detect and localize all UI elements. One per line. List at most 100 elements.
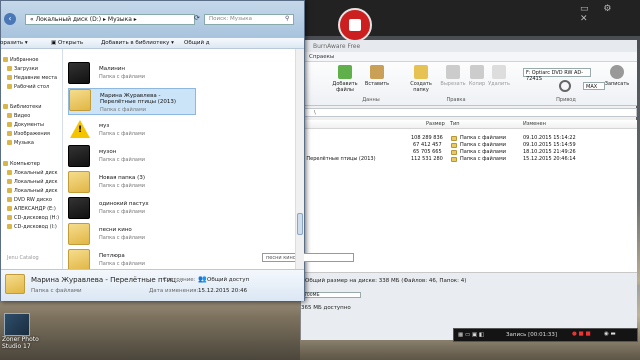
desktop-icon — [7, 84, 12, 89]
refresh-icon[interactable]: ⟳ — [194, 14, 203, 25]
drive-select[interactable]: F: Optiarc DVD RW AD-7241S — [523, 68, 591, 82]
disk-icon — [7, 170, 12, 175]
nav-favorites[interactable]: Избранное — [3, 57, 38, 63]
nav-libraries[interactable]: Библиотеки — [3, 104, 42, 110]
path-bar[interactable]: \ — [301, 108, 637, 117]
folder-icon — [68, 249, 90, 271]
library-icon — [3, 104, 8, 109]
share-users-icon: 👥 — [198, 275, 207, 283]
downloads-icon — [7, 66, 12, 71]
details-name: Марина Журавлева - Перелётные птиц... — [31, 276, 183, 284]
album-thumbnail-icon — [68, 197, 90, 219]
file-list: Малинин Папка с файлами Марина Журавлева… — [64, 49, 354, 271]
nav-images[interactable]: Изображения — [7, 131, 50, 137]
disk-icon — [7, 188, 12, 193]
cut-icon — [446, 65, 460, 79]
video-icon — [7, 113, 12, 118]
add-files-button[interactable]: Добавить файлы — [329, 65, 361, 93]
col-size[interactable]: Размер — [426, 121, 445, 127]
share-button[interactable]: Общий д — [184, 40, 210, 46]
images-icon — [7, 131, 12, 136]
used-space-text: Общий размер на диске: 338 МБ (Файлов: 4… — [305, 278, 467, 284]
delete-icon — [492, 65, 506, 79]
plus-icon — [338, 65, 352, 79]
eject-icon[interactable] — [559, 80, 571, 92]
paste-icon — [370, 65, 384, 79]
col-type[interactable]: Тип — [450, 121, 460, 127]
col-modified[interactable]: Изменен — [523, 121, 546, 127]
nav-alexandr[interactable]: АЛЕКСАНДР (E:) — [7, 206, 56, 212]
delete-button[interactable]: Удалить — [483, 65, 515, 87]
list-item[interactable]: Новая папка (3) Папка с файлами — [68, 171, 196, 197]
window-controls-icon[interactable]: ▭ ⚙ ✕ — [580, 4, 636, 24]
search-icon[interactable]: ⚲ — [285, 15, 293, 23]
table-row[interactable]: 108 289 836 Папка с файлами 09.10.2015 1… — [301, 135, 637, 142]
list-item[interactable]: музон Папка с файлами — [68, 145, 196, 171]
back-arrow-icon[interactable]: ‹ — [4, 13, 16, 25]
navigation-pane: Избранное Загрузки Недавние места Рабочи… — [1, 49, 63, 269]
camera-icon[interactable]: ◉ ▬ — [604, 331, 616, 337]
album-thumbnail-icon — [68, 145, 90, 167]
paste-button[interactable]: Вставить — [361, 65, 393, 87]
nav-disk-d[interactable]: Локальный диск — [7, 179, 58, 185]
folder-icon — [68, 171, 90, 193]
zoner-label: Zoner Photo Studio 17 — [2, 336, 39, 350]
nav-catalog[interactable]: Jenu Catalog — [7, 255, 39, 261]
folder-icon — [68, 223, 90, 245]
tab-help[interactable]: Спраекы — [309, 52, 334, 62]
group-edit-label: Правка — [446, 97, 466, 103]
list-item[interactable]: песни кино Папка с файлами — [68, 223, 196, 249]
burnaware-window: BurnAware Free Спраекы Добавить файлы Вс… — [300, 40, 637, 340]
list-item[interactable]: Малинин Папка с файлами — [68, 62, 196, 88]
nav-documents[interactable]: Документы — [7, 122, 44, 128]
details-type: Папка с файлами — [31, 288, 82, 294]
nav-recent[interactable]: Недавние места — [7, 75, 57, 81]
nav-downloads[interactable]: Загрузки — [7, 66, 38, 72]
zoner-photo-studio-icon[interactable] — [4, 313, 30, 336]
nav-disk-c[interactable]: Локальный диск — [7, 170, 58, 176]
organize-button[interactable]: оразить ▾ — [0, 40, 28, 46]
folder-icon — [5, 274, 25, 294]
group-drive-label: Привод — [556, 97, 576, 103]
open-button[interactable]: ▣ Открыть — [51, 40, 83, 46]
add-to-library-button[interactable]: Добавить в библиотеку ▾ — [101, 40, 174, 46]
create-folder-button[interactable]: Создать папку — [405, 65, 437, 93]
copy-icon — [470, 65, 484, 79]
nav-video[interactable]: Видео — [7, 113, 30, 119]
group-data-label: Данны — [362, 97, 380, 103]
recording-label: Запись [00:01:33] — [506, 332, 558, 338]
scrollbar[interactable] — [295, 49, 304, 269]
list-item[interactable]: одинокий пастух Папка с файлами — [68, 197, 196, 223]
search-input[interactable]: Поиск: Музыка — [204, 14, 294, 25]
list-item[interactable]: ! муз Папка с файлами — [68, 119, 196, 145]
open-icon: ▣ — [51, 40, 58, 46]
address-bar[interactable]: « Локальный диск (D:) ▸ Музыка ▸ — [25, 14, 195, 25]
list-item-selected[interactable]: Марина Журавлева - Перелётные птицы (201… — [68, 88, 196, 115]
nav-cd-h[interactable]: CD-дисковод (H:) — [7, 215, 59, 221]
table-row[interactable]: 67 412 457 Папка с файлами 09.10.2015 15… — [301, 142, 637, 149]
record-icon[interactable]: ● ■ ■ — [572, 331, 591, 337]
folder-icon — [69, 89, 91, 111]
burn-button[interactable]: Записать — [601, 65, 633, 87]
capacity-bar[interactable]: 700МБ — [301, 292, 361, 298]
nav-music[interactable]: Музыка — [7, 140, 34, 146]
column-header: Размер Тип Изменен — [301, 120, 637, 129]
tooltip: песни кино — [262, 253, 354, 262]
computer-icon — [3, 161, 8, 166]
state-label: Состояние: — [163, 277, 196, 283]
toolbar-icons[interactable]: ▦ ▭ ▣ ◧ — [458, 332, 484, 338]
nav-cd-i[interactable]: CD-дисковод (I:) — [7, 224, 57, 230]
table-row[interactable]: - Перелётные птицы (2013) 112 531 280 Па… — [301, 156, 637, 163]
folder-icon — [451, 150, 457, 155]
nav-disk-e[interactable]: Локальный диск — [7, 188, 58, 194]
table-row[interactable]: 65 705 665 Папка с файлами 18.10.2015 21… — [301, 149, 637, 156]
explorer-window: ‹ « Локальный диск (D:) ▸ Музыка ▸ ⟳ Пои… — [0, 0, 354, 301]
exclamation-icon: ! — [78, 125, 83, 135]
music-icon — [7, 140, 12, 145]
nav-computer[interactable]: Компьютер — [3, 161, 40, 167]
scrollbar-thumb[interactable] — [297, 213, 303, 235]
nav-dvd[interactable]: DVD RW диско — [7, 197, 52, 203]
dvd-icon — [7, 197, 12, 202]
explorer-toolbar: оразить ▾ ▣ Открыть Добавить в библиотек… — [0, 38, 304, 49]
nav-desktop[interactable]: Рабочий стол — [7, 84, 49, 90]
